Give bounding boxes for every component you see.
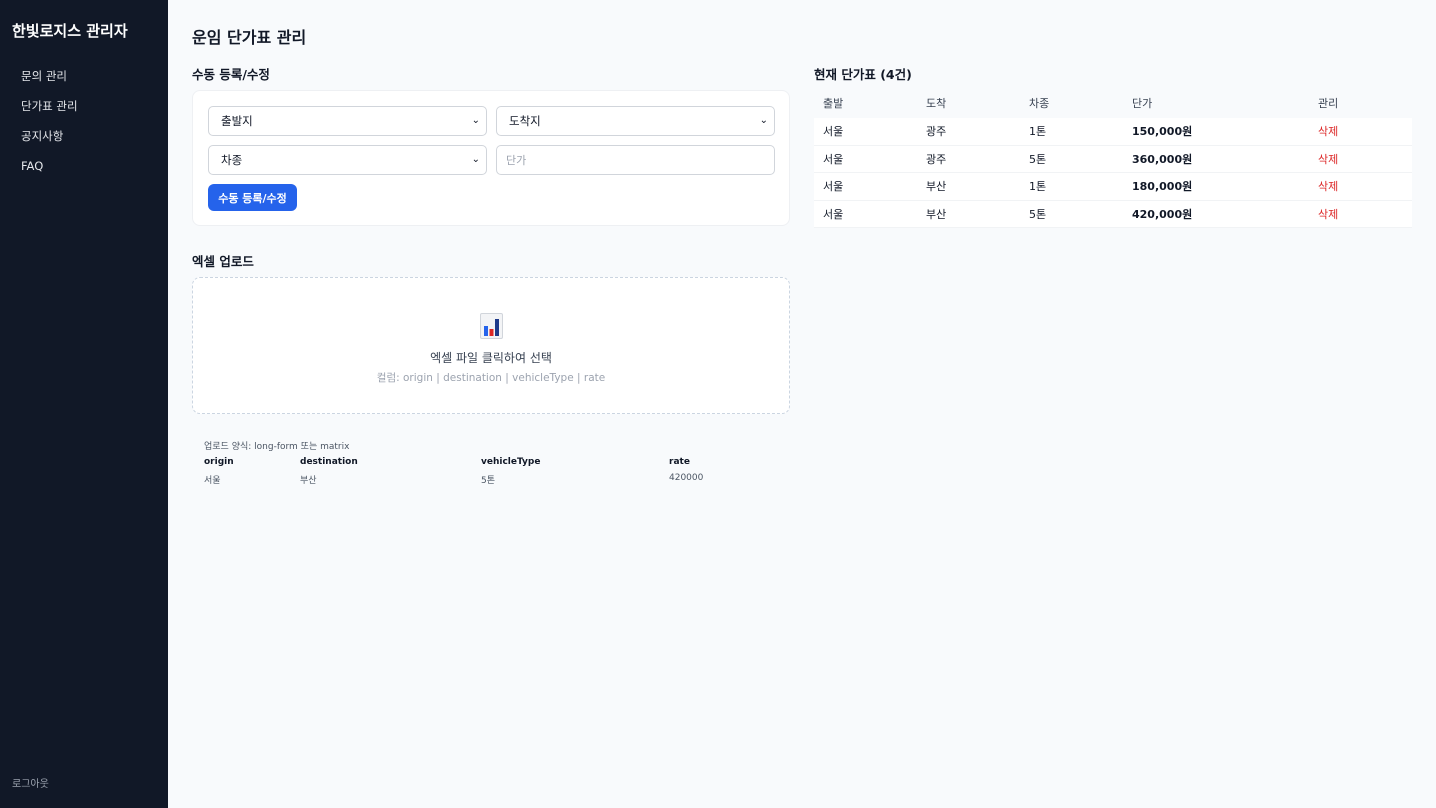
format-value-rate: 420000 <box>669 473 704 483</box>
format-col-origin: origin <box>204 457 234 467</box>
cell-destination: 부산 <box>926 180 947 193</box>
col-origin: 출발 <box>823 97 844 110</box>
chevron-down-icon: ⌄ <box>471 115 480 126</box>
cell-rate: 420,000원 <box>1132 207 1193 221</box>
sidebar: 한빛로지스 관리자 문의 관리 단가표 관리 공지사항 FAQ 로그아웃 <box>0 0 168 808</box>
destination-select[interactable]: 도착지 ⌄ <box>496 106 775 136</box>
chevron-down-icon: ⌄ <box>471 154 480 165</box>
sidebar-item-rates[interactable]: 단가표 관리 <box>0 91 168 121</box>
cell-vehicle: 5톤 <box>1029 152 1047 166</box>
manual-submit-button[interactable]: 수동 등록/수정 <box>208 184 297 211</box>
origin-select-value: 출발지 <box>221 114 253 128</box>
format-col-vehicle-type: vehicleType <box>481 457 541 467</box>
col-rate: 단가 <box>1132 97 1153 110</box>
format-value-origin: 서울 <box>204 476 221 486</box>
cell-destination: 부산 <box>926 207 947 221</box>
format-value-destination: 부산 <box>300 476 317 486</box>
destination-select-value: 도착지 <box>509 114 541 128</box>
cell-rate: 360,000원 <box>1132 152 1193 166</box>
cell-rate: 150,000원 <box>1132 125 1193 138</box>
main-content: 운임 단가표 관리 수동 등록/수정 출발지 ⌄ 도착지 ⌄ 차종 ⌄ 수동 등… <box>168 0 1436 808</box>
format-col-destination: destination <box>300 457 358 467</box>
excel-dropzone[interactable]: 엑셀 파일 클릭하여 선택 컬럼: origin | destination |… <box>192 277 790 414</box>
origin-select[interactable]: 출발지 ⌄ <box>208 106 487 136</box>
delete-button[interactable]: 삭제 <box>1318 146 1338 173</box>
logout-link[interactable]: 로그아웃 <box>12 775 49 790</box>
bar-chart-icon <box>480 313 503 339</box>
table-row: 서울 광주 1톤 150,000원 삭제 <box>814 118 1412 146</box>
col-vehicle: 차종 <box>1029 97 1050 110</box>
manual-section-title: 수동 등록/수정 <box>192 67 270 82</box>
page-title: 운임 단가표 관리 <box>192 28 307 47</box>
upload-format-label: 업로드 양식: long-form 또는 matrix <box>204 442 350 452</box>
rate-table-header: 출발 도착 차종 단가 관리 <box>814 90 1412 118</box>
cell-origin: 서울 <box>823 207 844 221</box>
dropzone-hint: 컬럼: origin | destination | vehicleType |… <box>376 372 606 384</box>
chevron-down-icon: ⌄ <box>759 115 768 126</box>
rate-table: 출발 도착 차종 단가 관리 서울 광주 1톤 150,000원 삭제 서울 광… <box>814 90 1412 228</box>
brand-title: 한빛로지스 관리자 <box>12 22 128 40</box>
format-value-vehicle-type: 5톤 <box>481 476 496 486</box>
sidebar-item-inquiries[interactable]: 문의 관리 <box>0 61 168 91</box>
table-row: 서울 부산 5톤 420,000원 삭제 <box>814 200 1412 228</box>
cell-origin: 서울 <box>823 180 844 193</box>
rate-input[interactable] <box>496 145 775 175</box>
delete-button[interactable]: 삭제 <box>1318 201 1338 228</box>
table-row: 서울 광주 5톤 360,000원 삭제 <box>814 145 1412 173</box>
table-row: 서울 부산 1톤 180,000원 삭제 <box>814 173 1412 201</box>
dropzone-title: 엑셀 파일 클릭하여 선택 <box>430 351 552 365</box>
format-col-rate: rate <box>669 457 690 467</box>
delete-button[interactable]: 삭제 <box>1318 173 1338 200</box>
sidebar-item-notices[interactable]: 공지사항 <box>0 121 168 151</box>
sidebar-nav: 문의 관리 단가표 관리 공지사항 FAQ <box>0 61 168 181</box>
cell-destination: 광주 <box>926 152 947 166</box>
cell-vehicle: 1톤 <box>1029 180 1047 193</box>
col-action: 관리 <box>1318 97 1339 110</box>
cell-destination: 광주 <box>926 125 947 138</box>
sidebar-item-faq[interactable]: FAQ <box>0 151 168 181</box>
rate-table-title: 현재 단가표 (4건) <box>814 67 912 82</box>
cell-vehicle: 5톤 <box>1029 207 1047 221</box>
cell-origin: 서울 <box>823 152 844 166</box>
cell-origin: 서울 <box>823 125 844 138</box>
cell-vehicle: 1톤 <box>1029 125 1047 138</box>
vehicle-type-select-value: 차종 <box>221 153 243 167</box>
col-destination: 도착 <box>926 97 947 110</box>
upload-section-title: 엑셀 업로드 <box>192 254 254 269</box>
vehicle-type-select[interactable]: 차종 ⌄ <box>208 145 487 175</box>
manual-form-card: 출발지 ⌄ 도착지 ⌄ 차종 ⌄ 수동 등록/수정 <box>192 90 790 226</box>
cell-rate: 180,000원 <box>1132 180 1193 193</box>
delete-button[interactable]: 삭제 <box>1318 118 1338 145</box>
